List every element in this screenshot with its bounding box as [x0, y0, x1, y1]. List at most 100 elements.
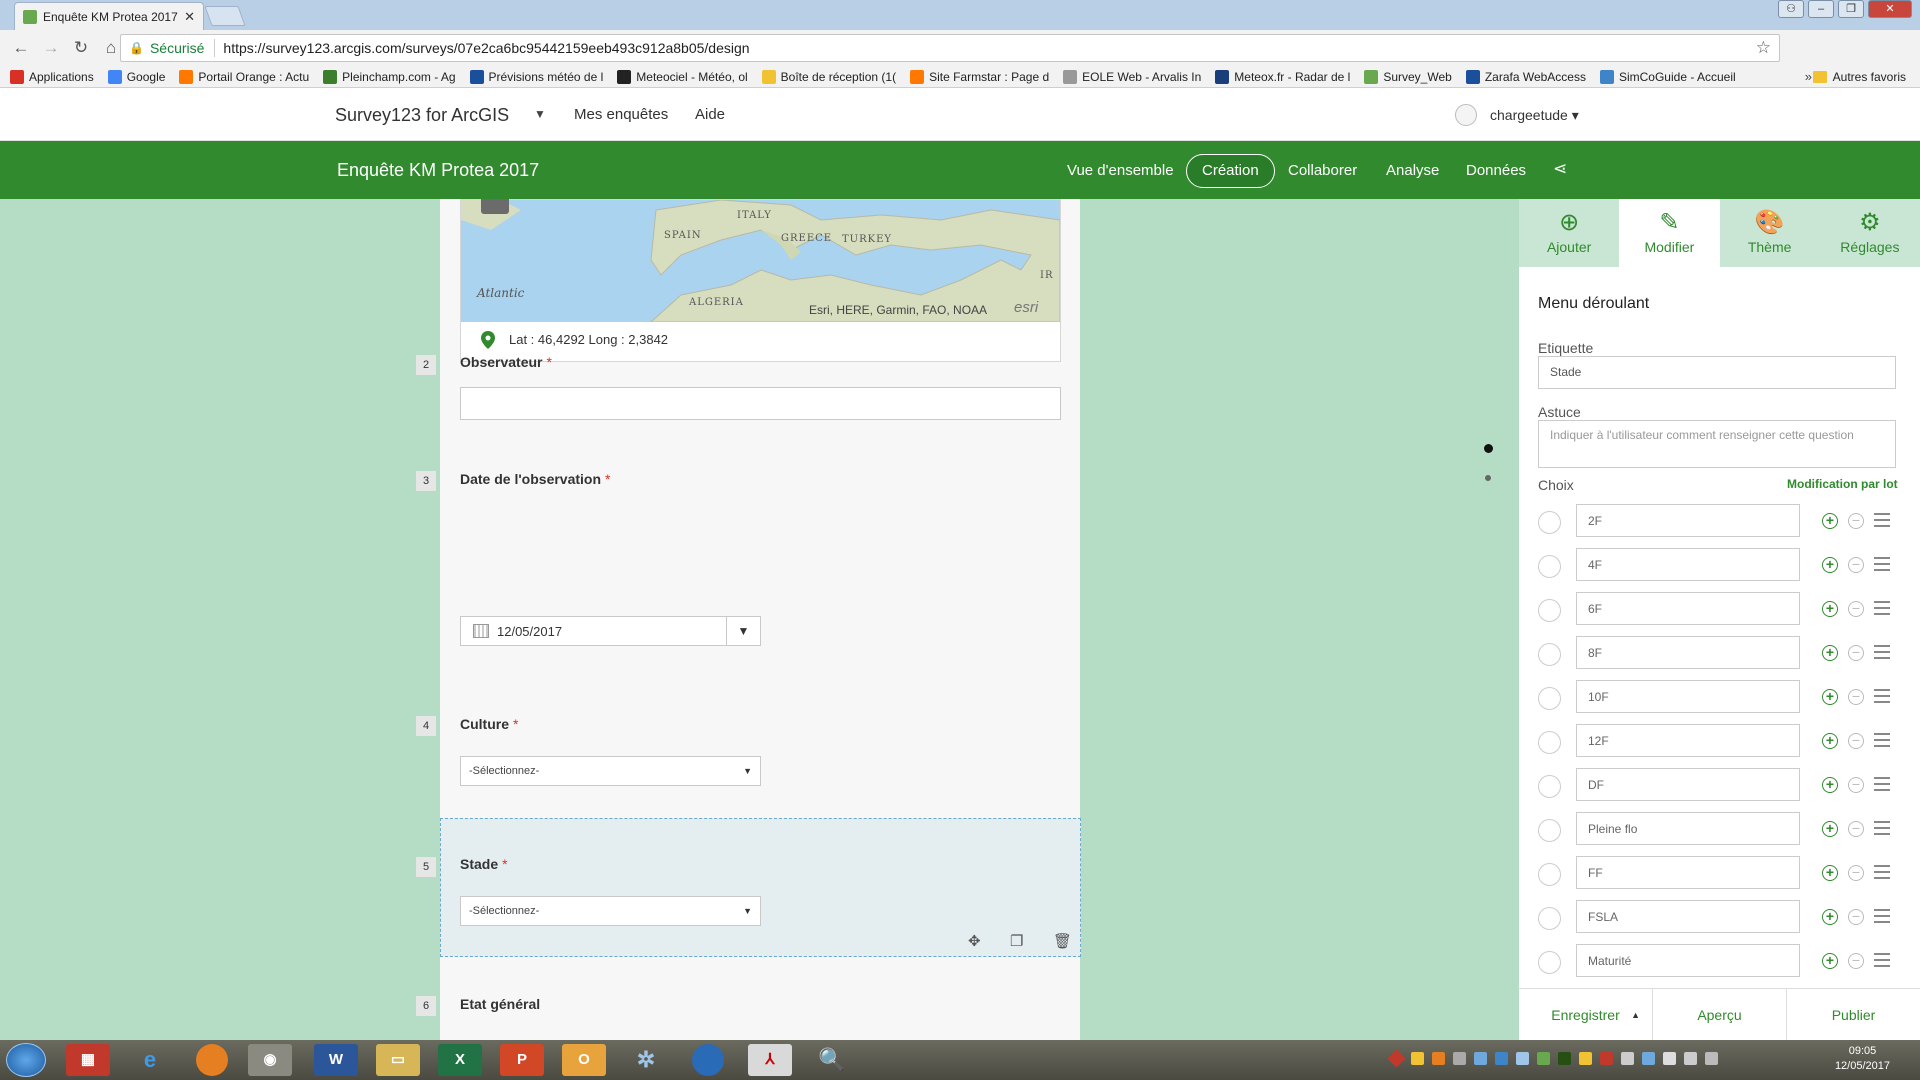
close-window-button[interactable]: ✕: [1868, 0, 1912, 18]
firefox-icon[interactable]: [196, 1044, 228, 1076]
choice-radio[interactable]: [1538, 863, 1561, 886]
culture-select[interactable]: -Sélectionnez- ▼: [460, 756, 761, 786]
close-tab-icon[interactable]: ✕: [184, 9, 195, 25]
add-choice-icon[interactable]: +: [1822, 601, 1838, 617]
tray-icon[interactable]: [1663, 1052, 1676, 1065]
remove-choice-icon[interactable]: −: [1848, 645, 1864, 661]
bookmark-item[interactable]: Boîte de réception (1(: [761, 69, 896, 84]
drag-handle-icon[interactable]: [1874, 821, 1890, 835]
choice-radio[interactable]: [1538, 731, 1561, 754]
tray-icon[interactable]: [1516, 1052, 1529, 1065]
bookmark-item[interactable]: Meteociel - Météo, ol: [617, 69, 748, 84]
tray-icon[interactable]: [1600, 1052, 1613, 1065]
choice-radio[interactable]: [1538, 775, 1561, 798]
choice-input[interactable]: FF: [1576, 856, 1800, 889]
pdf-icon[interactable]: ⅄: [748, 1044, 792, 1076]
tab-analysis[interactable]: Analyse: [1386, 162, 1439, 179]
new-tab-button[interactable]: [204, 6, 246, 26]
add-choice-icon[interactable]: +: [1822, 821, 1838, 837]
add-choice-icon[interactable]: +: [1822, 733, 1838, 749]
bookmarks-overflow-icon[interactable]: »: [1805, 69, 1812, 84]
remove-choice-icon[interactable]: −: [1848, 689, 1864, 705]
bookmark-star-icon[interactable]: ☆: [1756, 38, 1771, 58]
observateur-input[interactable]: [460, 387, 1061, 420]
batch-edit-link[interactable]: Modification par lot: [1787, 477, 1898, 491]
add-choice-icon[interactable]: +: [1822, 865, 1838, 881]
taskbar-clock[interactable]: 09:05 12/05/2017: [1835, 1044, 1890, 1074]
choice-input[interactable]: 12F: [1576, 724, 1800, 757]
add-choice-icon[interactable]: +: [1822, 689, 1838, 705]
bookmark-item[interactable]: Site Farmstar : Page d: [910, 69, 1049, 84]
drag-handle-icon[interactable]: [1874, 513, 1890, 527]
choice-input[interactable]: Pleine flo: [1576, 812, 1800, 845]
chevron-down-icon[interactable]: ▼: [534, 107, 546, 121]
tab-collaborate[interactable]: Collaborer: [1288, 162, 1357, 179]
drag-handle-icon[interactable]: [1874, 777, 1890, 791]
remove-choice-icon[interactable]: −: [1848, 557, 1864, 573]
drag-handle-icon[interactable]: [1874, 601, 1890, 615]
drag-handle-icon[interactable]: [1874, 733, 1890, 747]
tray-icon[interactable]: [1579, 1052, 1592, 1065]
drag-handle-icon[interactable]: [1874, 557, 1890, 571]
tray-icon[interactable]: [1453, 1052, 1466, 1065]
add-choice-icon[interactable]: +: [1822, 953, 1838, 969]
add-choice-icon[interactable]: +: [1822, 909, 1838, 925]
tray-icon[interactable]: [1642, 1052, 1655, 1065]
tray-icon[interactable]: [1537, 1052, 1550, 1065]
nav-my-surveys[interactable]: Mes enquêtes: [574, 106, 668, 123]
remove-choice-icon[interactable]: −: [1848, 821, 1864, 837]
chrome-icon[interactable]: ◉: [248, 1044, 292, 1076]
remove-choice-icon[interactable]: −: [1848, 733, 1864, 749]
firewall-app-icon[interactable]: ▦: [66, 1044, 110, 1076]
tray-icon[interactable]: [1495, 1052, 1508, 1065]
tab-data[interactable]: Données: [1466, 162, 1526, 179]
minimize-window-button[interactable]: –: [1808, 0, 1834, 18]
bookmark-item[interactable]: Meteox.fr - Radar de l: [1215, 69, 1350, 84]
chevron-down-icon[interactable]: ▼: [726, 617, 760, 645]
user-profile-icon[interactable]: ⚇: [1778, 0, 1804, 18]
address-bar[interactable]: 🔒 Sécurisé https://survey123.arcgis.com/…: [120, 34, 1780, 62]
choice-input[interactable]: FSLA: [1576, 900, 1800, 933]
choice-radio[interactable]: [1538, 687, 1561, 710]
choice-radio[interactable]: [1538, 643, 1561, 666]
brand-title[interactable]: Survey123 for ArcGIS: [335, 105, 509, 126]
browser-tab-active[interactable]: Enquête KM Protea 2017 ✕: [14, 2, 204, 30]
network-app-icon[interactable]: ✲: [624, 1044, 668, 1076]
caret-up-icon[interactable]: ▲: [1631, 989, 1640, 1041]
tab-add[interactable]: ⊕ Ajouter: [1519, 199, 1620, 267]
avatar[interactable]: [1455, 104, 1477, 126]
add-choice-icon[interactable]: +: [1822, 777, 1838, 793]
internet-explorer-icon[interactable]: e: [128, 1044, 172, 1076]
choice-input[interactable]: 2F: [1576, 504, 1800, 537]
publish-button[interactable]: Publier: [1787, 989, 1920, 1040]
word-icon[interactable]: W: [314, 1044, 358, 1076]
other-bookmarks[interactable]: Autres favoris: [1812, 66, 1906, 88]
explorer-folder-icon[interactable]: ▭: [376, 1044, 420, 1076]
add-choice-icon[interactable]: +: [1822, 557, 1838, 573]
tray-icon[interactable]: [1621, 1052, 1634, 1065]
remove-choice-icon[interactable]: −: [1848, 513, 1864, 529]
selected-question-frame[interactable]: [440, 818, 1081, 957]
tray-icon[interactable]: [1558, 1052, 1571, 1065]
maximize-window-button[interactable]: ❐: [1838, 0, 1864, 18]
choice-input[interactable]: Maturité: [1576, 944, 1800, 977]
bookmark-item[interactable]: Survey_Web: [1364, 69, 1452, 84]
remove-choice-icon[interactable]: −: [1848, 909, 1864, 925]
bookmark-item[interactable]: Prévisions météo de l: [469, 69, 603, 84]
bookmark-item[interactable]: SimCoGuide - Accueil: [1599, 69, 1736, 84]
page-indicator-dot[interactable]: [1485, 475, 1491, 481]
map-view[interactable]: ITALY SPAIN GREECE TURKEY Atlantic IR AL…: [461, 200, 1060, 322]
choice-radio[interactable]: [1538, 599, 1561, 622]
drag-handle-icon[interactable]: [1874, 909, 1890, 923]
tab-overview[interactable]: Vue d'ensemble: [1067, 162, 1174, 179]
globe-app-icon[interactable]: [692, 1044, 724, 1076]
choice-radio[interactable]: [1538, 907, 1561, 930]
powerpoint-icon[interactable]: P: [500, 1044, 544, 1076]
preview-button[interactable]: Aperçu: [1653, 989, 1787, 1040]
etiquette-input[interactable]: Stade: [1538, 356, 1896, 389]
choice-input[interactable]: 10F: [1576, 680, 1800, 713]
reload-icon[interactable]: ↻: [68, 35, 94, 61]
search-app-icon[interactable]: 🔍: [810, 1044, 854, 1076]
tray-icon[interactable]: [1684, 1052, 1697, 1065]
choice-radio[interactable]: [1538, 819, 1561, 842]
